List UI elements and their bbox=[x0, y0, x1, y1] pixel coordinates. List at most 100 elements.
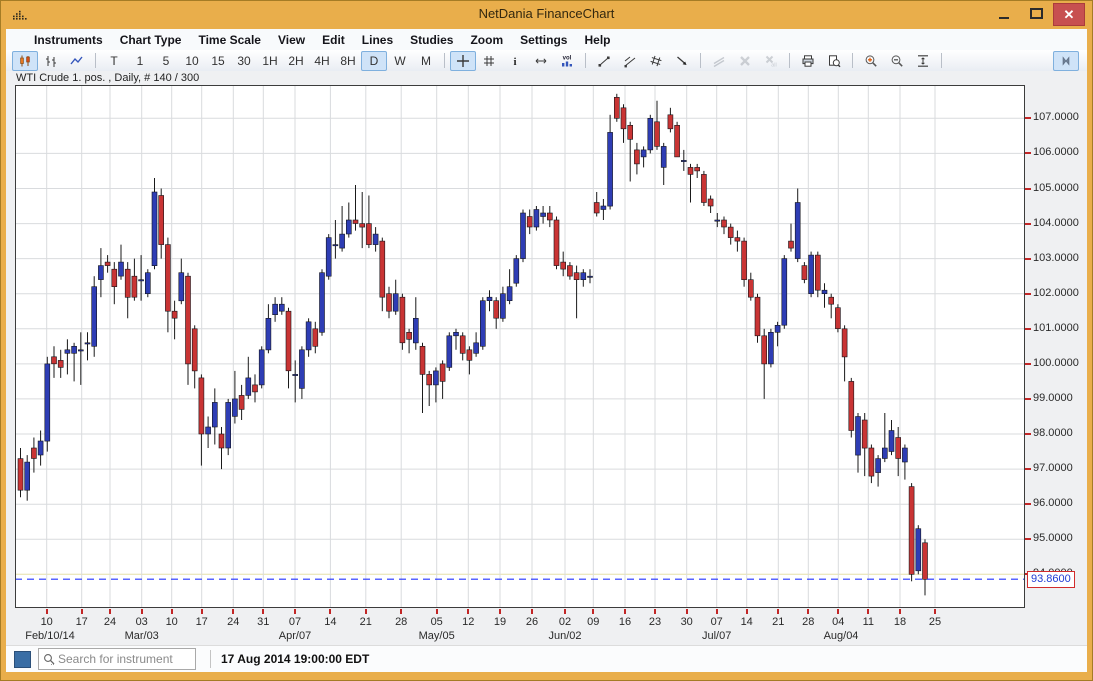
time-axis-tick bbox=[531, 609, 533, 614]
toolbar-separator bbox=[941, 53, 942, 68]
minimize-icon bbox=[999, 17, 1009, 19]
search-input[interactable] bbox=[56, 652, 195, 666]
toolbar-separator bbox=[95, 53, 96, 68]
window-titlebar[interactable]: NetDania FinanceChart ✕ bbox=[0, 0, 1093, 29]
toolbar-timeframe-10[interactable]: 10 bbox=[179, 51, 205, 71]
toolbar: T151015301H2H4H8HDWMivolall bbox=[6, 50, 1087, 71]
menu-item-lines[interactable]: Lines bbox=[362, 33, 393, 47]
time-axis-tick bbox=[294, 609, 296, 614]
price-axis-tick bbox=[1025, 258, 1031, 260]
toolbar-timeframe-30[interactable]: 30 bbox=[231, 51, 257, 71]
toolbar-delete-all-button[interactable]: all bbox=[758, 51, 784, 71]
price-axis-tick bbox=[1025, 223, 1031, 225]
time-axis-tick bbox=[837, 609, 839, 614]
search-box[interactable] bbox=[38, 648, 196, 670]
time-axis-day-label: 10 bbox=[34, 616, 60, 628]
time-axis-tick bbox=[400, 609, 402, 614]
time-axis-day-label: 04 bbox=[825, 616, 851, 628]
toolbar-pan-horizontal-button[interactable] bbox=[528, 51, 554, 71]
toolbar-timeframe-1h[interactable]: 1H bbox=[257, 51, 283, 71]
status-bar: 17 Aug 2014 19:00:00 EDT bbox=[6, 645, 1087, 672]
toolbar-separator bbox=[585, 53, 586, 68]
time-axis-tick bbox=[934, 609, 936, 614]
menu-item-edit[interactable]: Edit bbox=[322, 33, 345, 47]
time-axis-tick bbox=[777, 609, 779, 614]
price-axis-tick bbox=[1025, 117, 1031, 119]
toolbar-parallel-lines-button[interactable] bbox=[643, 51, 669, 71]
candlestick-plot[interactable] bbox=[15, 85, 1025, 608]
menu-item-help[interactable]: Help bbox=[584, 33, 610, 47]
toolbar-fit-vertical-button[interactable] bbox=[910, 51, 936, 71]
toolbar-timeframe-1[interactable]: 1 bbox=[127, 51, 153, 71]
time-axis-day-label: 24 bbox=[97, 616, 123, 628]
toolbar-ohlc-bars-button[interactable] bbox=[38, 51, 64, 71]
toolbar-candlestick-chart-button[interactable] bbox=[12, 51, 38, 71]
toolbar-timeframe-8h[interactable]: 8H bbox=[335, 51, 361, 71]
close-button[interactable]: ✕ bbox=[1053, 3, 1085, 26]
toolbar-info-button[interactable]: i bbox=[502, 51, 528, 71]
toolbar-timeframe-w[interactable]: W bbox=[387, 51, 413, 71]
toolbar-trend-channel-button[interactable] bbox=[617, 51, 643, 71]
menu-item-zoom[interactable]: Zoom bbox=[470, 33, 503, 47]
time-axis-day-label: 07 bbox=[704, 616, 730, 628]
toolbar-zoom-in-button[interactable] bbox=[858, 51, 884, 71]
toolbar-volume-button[interactable]: vol bbox=[554, 51, 580, 71]
time-axis-tick bbox=[716, 609, 718, 614]
toolbar-print-button[interactable] bbox=[795, 51, 821, 71]
time-axis-day-label: 19 bbox=[487, 616, 513, 628]
toolbar-multi-lines-button[interactable] bbox=[706, 51, 732, 71]
menu-item-settings[interactable]: Settings bbox=[520, 33, 567, 47]
time-axis-tick bbox=[436, 609, 438, 614]
toolbar-timeframe-2h[interactable]: 2H bbox=[283, 51, 309, 71]
time-axis-tick bbox=[81, 609, 83, 614]
time-axis-month-label: May/05 bbox=[402, 630, 472, 642]
toolbar-zoom-out-button[interactable] bbox=[884, 51, 910, 71]
price-axis-tick bbox=[1025, 538, 1031, 540]
toolbar-print-preview-button[interactable] bbox=[821, 51, 847, 71]
toolbar-arrow-draw-button[interactable] bbox=[669, 51, 695, 71]
price-axis-tick bbox=[1025, 293, 1031, 295]
toolbar-line-chart-button[interactable] bbox=[64, 51, 90, 71]
price-axis-tick bbox=[1025, 152, 1031, 154]
toolbar-separator bbox=[700, 53, 701, 68]
toolbar-trend-line-button[interactable] bbox=[591, 51, 617, 71]
toolbar-pin-button[interactable] bbox=[1053, 51, 1079, 71]
time-axis-tick bbox=[467, 609, 469, 614]
time-axis-tick bbox=[624, 609, 626, 614]
time-axis[interactable]: 1017240310172431071421280512192602091623… bbox=[15, 608, 1027, 648]
menu-item-time-scale[interactable]: Time Scale bbox=[198, 33, 260, 47]
toolbar-grid-button[interactable] bbox=[476, 51, 502, 71]
toolbar-crosshair-button[interactable] bbox=[450, 51, 476, 71]
toolbar-timeframe-m[interactable]: M bbox=[413, 51, 439, 71]
price-axis-tick bbox=[1025, 468, 1031, 470]
time-axis-month-label: Apr/07 bbox=[260, 630, 330, 642]
time-axis-tick bbox=[746, 609, 748, 614]
menu-item-studies[interactable]: Studies bbox=[410, 33, 453, 47]
minimize-button[interactable] bbox=[989, 3, 1019, 24]
toolbar-timeframe-5[interactable]: 5 bbox=[153, 51, 179, 71]
maximize-button[interactable] bbox=[1021, 3, 1051, 24]
time-axis-tick bbox=[899, 609, 901, 614]
menu-item-view[interactable]: View bbox=[278, 33, 305, 47]
toolbar-timeframe-t[interactable]: T bbox=[101, 51, 127, 71]
menu-item-chart-type[interactable]: Chart Type bbox=[120, 33, 182, 47]
toolbar-timeframe-4h[interactable]: 4H bbox=[309, 51, 335, 71]
status-separator bbox=[210, 650, 211, 668]
price-axis-tick bbox=[1025, 398, 1031, 400]
time-axis-tick bbox=[232, 609, 234, 614]
toolbar-timeframe-15[interactable]: 15 bbox=[205, 51, 231, 71]
time-axis-day-label: 12 bbox=[455, 616, 481, 628]
price-axis-label: 105.0000 bbox=[1033, 182, 1079, 194]
price-axis[interactable]: 107.0000106.0000105.0000104.0000103.0000… bbox=[1025, 85, 1087, 608]
toolbar-timeframe-d[interactable]: D bbox=[361, 51, 387, 71]
time-axis-day-label: 18 bbox=[887, 616, 913, 628]
toolbar-delete-selected-button[interactable] bbox=[732, 51, 758, 71]
time-axis-tick bbox=[499, 609, 501, 614]
time-axis-day-label: 11 bbox=[855, 616, 881, 628]
instrument-color-swatch[interactable] bbox=[14, 651, 31, 668]
time-axis-day-label: 14 bbox=[317, 616, 343, 628]
price-axis-label: 101.0000 bbox=[1033, 322, 1079, 334]
menu-item-instruments[interactable]: Instruments bbox=[34, 33, 103, 47]
time-axis-day-label: 16 bbox=[612, 616, 638, 628]
price-axis-label: 99.0000 bbox=[1033, 392, 1073, 404]
